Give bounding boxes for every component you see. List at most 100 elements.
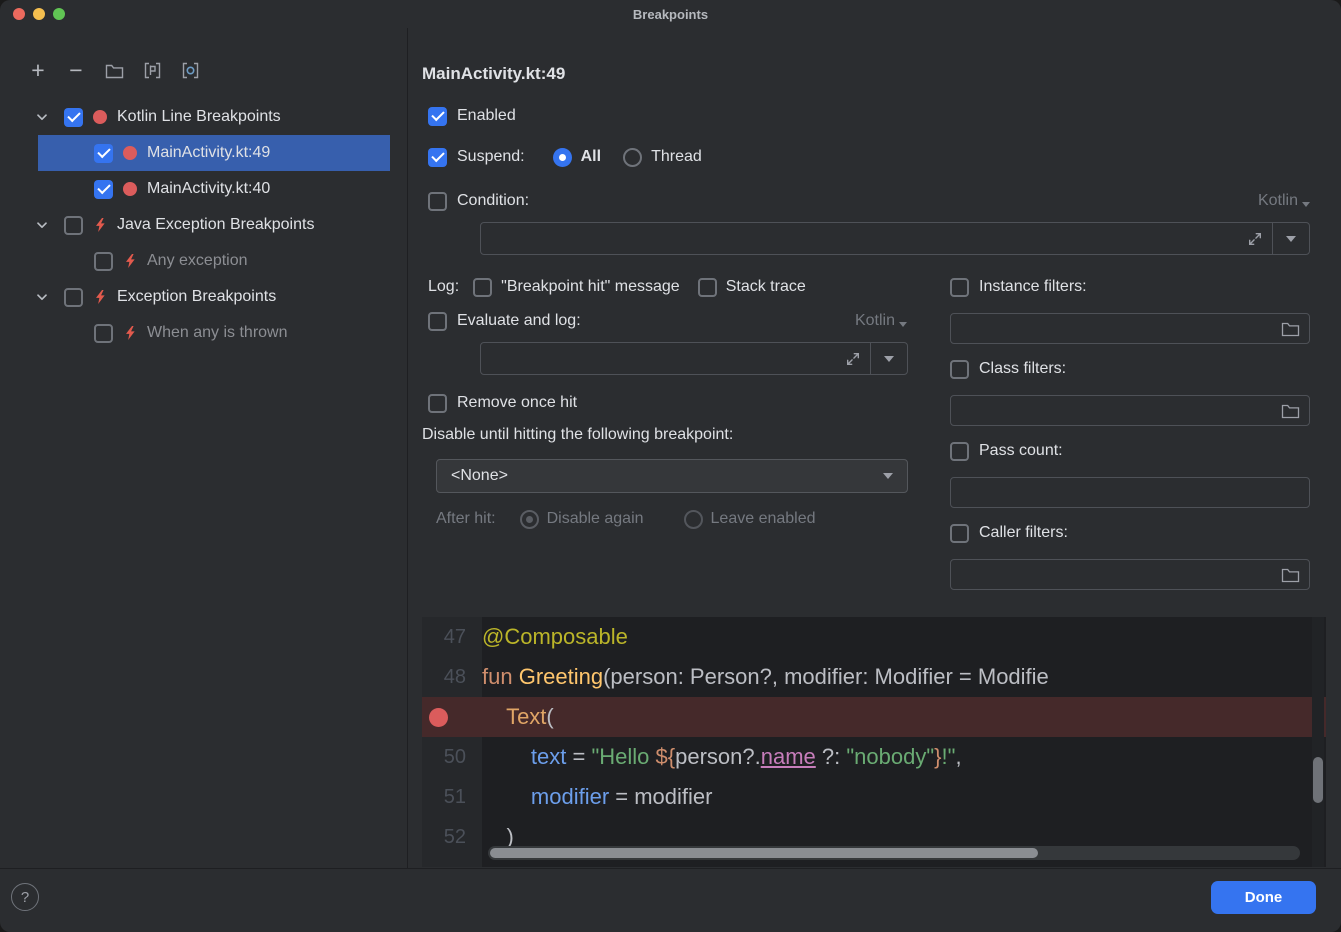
tree-item-checkbox[interactable]: [64, 216, 83, 235]
disable-until-label: Disable until hitting the following brea…: [422, 426, 733, 444]
leave-enabled-radio[interactable]: [684, 510, 703, 529]
line-number: 50: [422, 746, 482, 769]
breakpoint-icon: [92, 110, 108, 124]
browse-folder-icon[interactable]: [1281, 566, 1300, 588]
filter-checkbox[interactable]: [950, 278, 969, 297]
footer-divider: [0, 868, 1341, 869]
code-line-49: Text(: [422, 697, 1326, 737]
breakpoint-icon[interactable]: [429, 708, 448, 727]
close-window-button[interactable]: [13, 8, 25, 20]
tree-item-checkbox[interactable]: [64, 288, 83, 307]
tree-item-checkbox[interactable]: [94, 252, 113, 271]
titlebar: Breakpoints: [0, 0, 1341, 28]
suspend-thread-label: Thread: [651, 148, 702, 166]
help-button[interactable]: ?: [11, 883, 39, 911]
disable-again-label: Disable again: [547, 510, 644, 528]
history-dropdown-icon[interactable]: [1286, 236, 1296, 242]
tree-item-exception-breakpoints[interactable]: Exception Breakpoints: [0, 279, 407, 315]
filter-group: Instance filters:: [950, 274, 1310, 344]
suspend-checkbox[interactable]: [428, 148, 447, 167]
tree-item-mainactivity-kt-40[interactable]: MainActivity.kt:40: [0, 171, 407, 207]
filter-group: Pass count:: [950, 438, 1310, 508]
filter-label: Pass count:: [979, 442, 1063, 460]
tree-item-kotlin-line-breakpoints[interactable]: Kotlin Line Breakpoints: [0, 99, 407, 135]
tree-item-checkbox[interactable]: [64, 108, 83, 127]
filter-checkbox[interactable]: [950, 442, 969, 461]
evaluate-input[interactable]: [480, 342, 908, 375]
window-title: Breakpoints: [633, 7, 708, 22]
chevron-down-icon: [883, 473, 893, 479]
condition-language-label: Kotlin: [1258, 192, 1298, 210]
expand-editor-icon[interactable]: [1247, 231, 1263, 252]
filter-input[interactable]: [950, 313, 1310, 344]
history-dropdown-icon[interactable]: [884, 356, 894, 362]
breakpoint-hit-message-checkbox[interactable]: [473, 278, 492, 297]
line-number: 47: [422, 626, 482, 649]
zoom-window-button[interactable]: [53, 8, 65, 20]
chevron-down-icon[interactable]: [34, 109, 52, 125]
code-text: modifier = modifier: [482, 784, 712, 810]
leave-enabled-label: Leave enabled: [711, 510, 816, 528]
disable-again-radio[interactable]: [520, 510, 539, 529]
tree-item-when-any-is-thrown[interactable]: When any is thrown: [0, 315, 407, 351]
breakpoint-icon: [122, 146, 138, 160]
suspend-all-radio[interactable]: [553, 148, 572, 167]
editor-lines: 47@Composable48fun Greeting(person: Pers…: [422, 617, 1326, 857]
enabled-checkbox[interactable]: [428, 107, 447, 126]
vertical-scrollbar[interactable]: [1312, 617, 1324, 867]
filter-input[interactable]: [950, 395, 1310, 426]
filter-label: Caller filters:: [979, 524, 1068, 542]
breakpoints-dialog: Breakpoints + − Kotlin Line BreakpointsM…: [0, 0, 1341, 932]
detail-title: MainActivity.kt:49: [422, 64, 565, 84]
chevron-down-icon[interactable]: [34, 217, 52, 233]
group-by-package-icon[interactable]: [178, 58, 202, 82]
filter-label: Instance filters:: [979, 278, 1087, 296]
filters-column: Instance filters:Class filters:Pass coun…: [950, 274, 1310, 602]
code-line-50: 50 text = "Hello ${person?.name ?: "nobo…: [422, 737, 1326, 777]
expand-editor-icon[interactable]: [845, 351, 861, 372]
code-line-51: 51 modifier = modifier: [422, 777, 1326, 817]
horizontal-scrollbar[interactable]: [488, 846, 1300, 860]
chevron-down-icon[interactable]: [34, 289, 52, 305]
tree-item-label: When any is thrown: [147, 324, 288, 342]
group-by-file-icon[interactable]: [102, 58, 126, 82]
group-by-class-icon[interactable]: [140, 58, 164, 82]
suspend-thread-radio[interactable]: [623, 148, 642, 167]
vertical-scrollbar-thumb[interactable]: [1313, 757, 1323, 803]
tree-item-label: Exception Breakpoints: [117, 288, 276, 306]
filter-input[interactable]: [950, 559, 1310, 590]
language-dropdown-icon: [899, 322, 907, 327]
evaluate-language-label: Kotlin: [855, 312, 895, 330]
tree-item-any-exception[interactable]: Any exception: [0, 243, 407, 279]
filter-checkbox[interactable]: [950, 360, 969, 379]
exception-breakpoint-icon: [122, 325, 138, 341]
breakpoint-icon: [122, 182, 138, 196]
add-breakpoint-button[interactable]: +: [26, 58, 50, 82]
suspend-label: Suspend:: [457, 148, 525, 166]
tree-item-java-exception-breakpoints[interactable]: Java Exception Breakpoints: [0, 207, 407, 243]
remove-breakpoint-button[interactable]: −: [64, 58, 88, 82]
tree-item-checkbox[interactable]: [94, 144, 113, 163]
minimize-window-button[interactable]: [33, 8, 45, 20]
stack-trace-checkbox[interactable]: [698, 278, 717, 297]
tree-item-checkbox[interactable]: [94, 180, 113, 199]
condition-checkbox[interactable]: [428, 192, 447, 211]
code-text: Text(: [482, 704, 554, 730]
filter-input[interactable]: [950, 477, 1310, 508]
condition-input[interactable]: [480, 222, 1310, 255]
evaluate-and-log-checkbox[interactable]: [428, 312, 447, 331]
done-button[interactable]: Done: [1211, 881, 1316, 914]
disable-until-combobox[interactable]: <None>: [436, 459, 908, 493]
tree-item-checkbox[interactable]: [94, 324, 113, 343]
code-line-47: 47@Composable: [422, 617, 1326, 657]
breakpoint-hit-message-label: "Breakpoint hit" message: [501, 278, 680, 296]
tree-item-mainactivity-kt-49[interactable]: MainActivity.kt:49: [0, 135, 407, 171]
exception-breakpoint-icon: [92, 289, 108, 305]
remove-once-hit-checkbox[interactable]: [428, 394, 447, 413]
filter-checkbox[interactable]: [950, 524, 969, 543]
condition-language-selector[interactable]: Kotlin: [1258, 189, 1310, 213]
browse-folder-icon[interactable]: [1281, 320, 1300, 342]
browse-folder-icon[interactable]: [1281, 402, 1300, 424]
horizontal-scrollbar-thumb[interactable]: [490, 848, 1038, 858]
evaluate-language-selector[interactable]: Kotlin: [855, 309, 907, 333]
